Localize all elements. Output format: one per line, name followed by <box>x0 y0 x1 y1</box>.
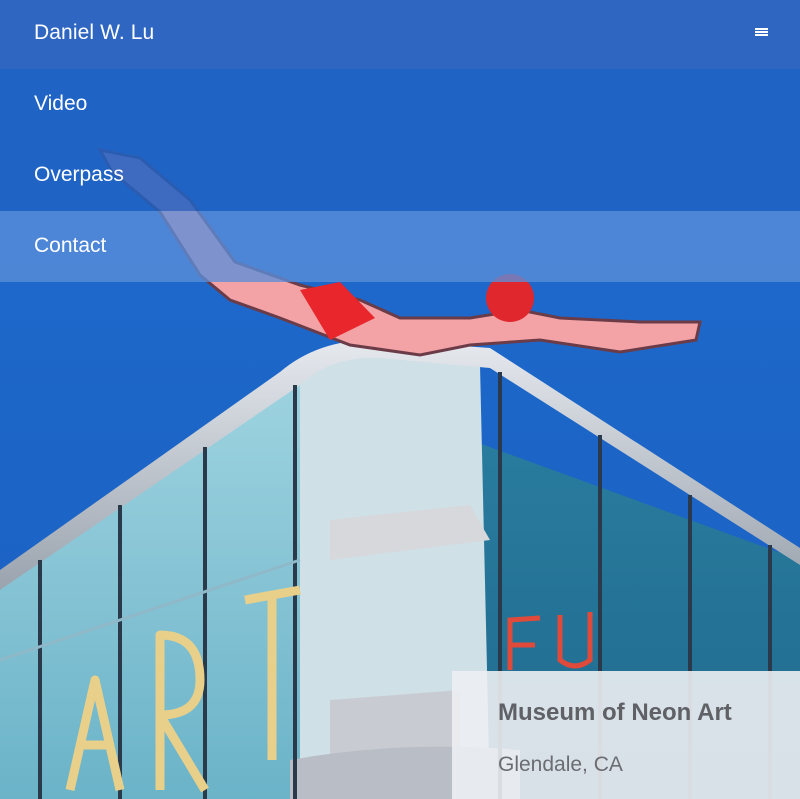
main-nav: Video Overpass Contact <box>0 69 800 282</box>
nav-item-video[interactable]: Video <box>0 69 800 140</box>
photo-caption: Museum of Neon Art Glendale, CA <box>452 671 800 799</box>
nav-item-overpass[interactable]: Overpass <box>0 140 800 211</box>
site-title-link[interactable]: Daniel W. Lu <box>34 21 154 45</box>
site-header: Daniel W. Lu <box>0 0 800 69</box>
hamburger-icon[interactable] <box>755 28 768 40</box>
caption-title: Museum of Neon Art <box>498 699 732 726</box>
nav-item-contact[interactable]: Contact <box>0 211 800 282</box>
caption-location: Glendale, CA <box>498 753 623 776</box>
